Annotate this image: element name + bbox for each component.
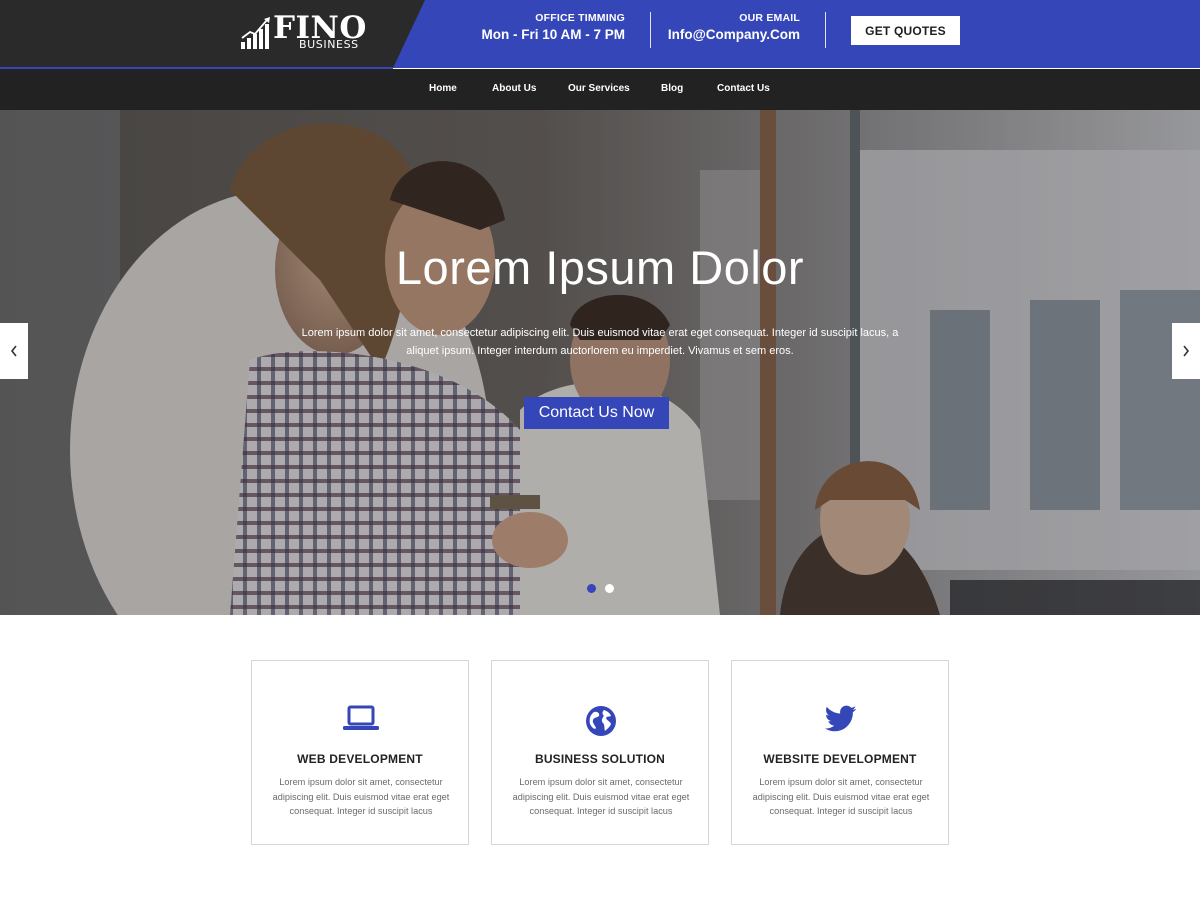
email-value[interactable]: Info@Company.Com <box>640 27 800 42</box>
slider-dot-1[interactable] <box>587 584 596 593</box>
nav-item-about-us[interactable]: About Us <box>492 83 536 94</box>
nav-item-our-services[interactable]: Our Services <box>568 83 630 94</box>
growth-chart-icon <box>241 17 270 49</box>
laptop-icon <box>343 705 379 730</box>
top-header: FINO BUSINESS OFFICE TIMMING Mon - Fri 1… <box>0 0 1200 69</box>
slider-next-button[interactable] <box>1172 323 1200 379</box>
service-text: Lorem ipsum dolor sit amet, consectetur … <box>512 777 690 816</box>
nav-item-blog[interactable]: Blog <box>661 83 683 94</box>
service-text: Lorem ipsum dolor sit amet, consectetur … <box>272 777 450 816</box>
main-nav: Home About Us Our Services Blog Contact … <box>0 69 1200 110</box>
header-divider <box>825 12 826 48</box>
office-timing: OFFICE TIMMING Mon - Fri 10 AM - 7 PM <box>455 12 625 42</box>
slider-prev-button[interactable] <box>0 323 28 379</box>
contact-us-now-button[interactable]: Contact Us Now <box>524 397 669 429</box>
service-card-website-development: WEBSITE DEVELOPMENT Lorem ipsum dolor si… <box>731 660 949 845</box>
service-title: BUSINESS SOLUTION <box>534 752 666 766</box>
chevron-right-icon <box>1183 345 1190 357</box>
globe-icon <box>586 706 616 736</box>
hero-title: Lorem Ipsum Dolor <box>395 241 805 294</box>
nav-item-home[interactable]: Home <box>429 83 457 94</box>
nav-item-contact-us[interactable]: Contact Us <box>717 83 770 94</box>
service-title: WEB DEVELOPMENT <box>297 752 423 766</box>
hero-description: Lorem ipsum dolor sit amet, consectetur … <box>301 327 899 357</box>
slider-dot-2[interactable] <box>605 584 614 593</box>
get-quotes-button[interactable]: GET QUOTES <box>851 16 960 45</box>
email-label: OUR EMAIL <box>739 12 800 24</box>
site-logo[interactable]: FINO BUSINESS <box>240 11 370 54</box>
twitter-bird-icon <box>825 705 857 732</box>
logo-subtitle: BUSINESS <box>299 38 359 51</box>
office-timing-value: Mon - Fri 10 AM - 7 PM <box>481 27 625 42</box>
service-card-business-solution: BUSINESS SOLUTION Lorem ipsum dolor sit … <box>491 660 709 845</box>
service-title: WEBSITE DEVELOPMENT <box>763 752 917 766</box>
hero-overlay <box>0 110 1200 615</box>
service-card-web-development: WEB DEVELOPMENT Lorem ipsum dolor sit am… <box>251 660 469 845</box>
office-email: OUR EMAIL Info@Company.Com <box>640 12 800 42</box>
office-timing-label: OFFICE TIMMING <box>535 12 625 24</box>
service-text: Lorem ipsum dolor sit amet, consectetur … <box>752 777 930 816</box>
hero-slider: Lorem Ipsum Dolor Lorem ipsum dolor sit … <box>0 110 1200 615</box>
chevron-left-icon <box>10 345 17 357</box>
